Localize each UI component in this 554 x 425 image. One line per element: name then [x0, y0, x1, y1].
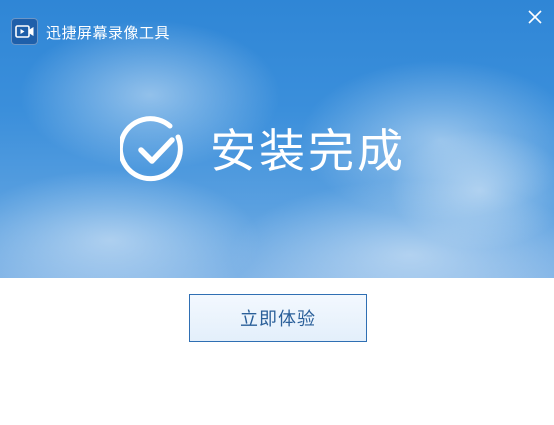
install-status: 安装完成: [120, 115, 450, 185]
title-bar[interactable]: 迅捷屏幕录像工具: [0, 0, 554, 62]
installer-window: 迅捷屏幕录像工具 安装完成 立即体验: [0, 0, 554, 425]
start-now-button[interactable]: 立即体验: [189, 294, 367, 342]
video-camera-icon: [11, 18, 38, 45]
close-icon: [528, 10, 542, 24]
cloud-decoration: [0, 170, 260, 278]
close-button[interactable]: [526, 8, 544, 26]
status-text: 安装完成: [210, 124, 406, 178]
check-circle-icon: [120, 116, 183, 182]
app-title: 迅捷屏幕录像工具: [46, 24, 171, 42]
hero-banner: 迅捷屏幕录像工具 安装完成: [0, 0, 554, 278]
